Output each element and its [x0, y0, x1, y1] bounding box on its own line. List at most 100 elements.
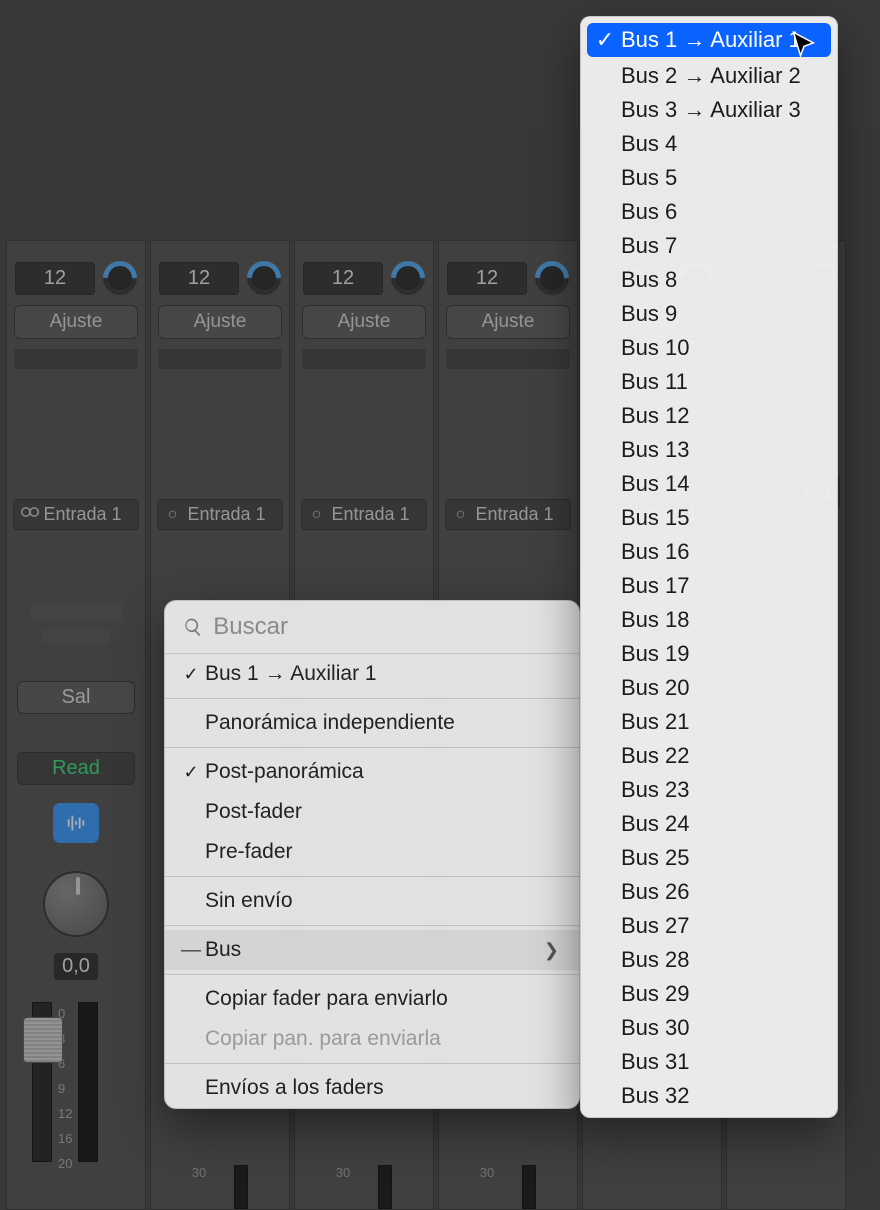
ajuste-button[interactable]: Ajuste: [14, 305, 138, 339]
menu-item-no-send[interactable]: Sin envío: [165, 881, 579, 921]
send-knob-icon[interactable]: [96, 254, 144, 302]
mono-icon: ○: [452, 506, 470, 524]
bus-item-label: Bus 12: [621, 403, 690, 429]
menu-separator: [165, 1063, 579, 1064]
bus-item[interactable]: Bus 6: [581, 195, 837, 229]
send-level-value[interactable]: 12: [303, 262, 383, 295]
level-meter: [522, 1165, 536, 1209]
bus-item-label: Bus 4: [621, 131, 677, 157]
bus-item[interactable]: Bus 8: [581, 263, 837, 297]
waveform-icon-button[interactable]: [53, 803, 99, 843]
bus-item[interactable]: Bus 24: [581, 807, 837, 841]
bus-item[interactable]: Bus 3 → Auxiliar 3: [581, 93, 837, 127]
menu-item-pre-fader[interactable]: Pre-fader: [165, 832, 579, 872]
strip-fader[interactable]: 30: [151, 1165, 289, 1209]
bus-item[interactable]: Bus 18: [581, 603, 837, 637]
menu-label: Sin envío: [205, 889, 293, 913]
menu-item-copy-fader[interactable]: Copiar fader para enviarlo: [165, 979, 579, 1019]
bus-item[interactable]: Bus 25: [581, 841, 837, 875]
send-level-value[interactable]: 12: [15, 262, 95, 295]
bus-item-label: Bus 28: [621, 947, 690, 973]
bus-item[interactable]: Bus 26: [581, 875, 837, 909]
search-input[interactable]: [213, 613, 561, 641]
menu-item-bus-submenu[interactable]: — Bus ❯: [165, 930, 579, 970]
menu-label: Panorámica independiente: [205, 711, 455, 735]
bus-item[interactable]: Bus 5: [581, 161, 837, 195]
bus-item-label: Bus 32: [621, 1083, 690, 1109]
bus-item-label: Bus 20: [621, 675, 690, 701]
bus-item[interactable]: Bus 31: [581, 1045, 837, 1079]
bus-item[interactable]: Bus 28: [581, 943, 837, 977]
bus-item-label: Bus 3 → Auxiliar 3: [621, 97, 801, 123]
input-selector[interactable]: ○ Entrada 1: [445, 499, 572, 530]
bus-item[interactable]: Bus 16: [581, 535, 837, 569]
menu-item-post-pan[interactable]: ✓ Post-panorámica: [165, 752, 579, 792]
menu-label: Bus 1 → Auxiliar 1: [205, 662, 377, 686]
send-knob-icon[interactable]: [384, 254, 432, 302]
input-selector[interactable]: Entrada 1: [13, 499, 140, 530]
bus-item[interactable]: Bus 15: [581, 501, 837, 535]
bus-item-label: Bus 25: [621, 845, 690, 871]
bus-item[interactable]: Bus 20: [581, 671, 837, 705]
cursor-icon: [790, 30, 818, 63]
bus-item-label: Bus 26: [621, 879, 690, 905]
empty-mini-slot[interactable]: [30, 603, 123, 621]
ajuste-button[interactable]: Ajuste: [446, 305, 570, 339]
fader-tick: 30: [480, 1165, 494, 1180]
chevron-right-icon: ❯: [544, 940, 565, 961]
empty-slot[interactable]: [158, 349, 282, 369]
menu-item-pan-independent[interactable]: Panorámica independiente: [165, 703, 579, 743]
ajuste-button[interactable]: Ajuste: [302, 305, 426, 339]
menu-item-current-bus[interactable]: ✓ Bus 1 → Auxiliar 1: [165, 654, 579, 694]
bus-item[interactable]: Bus 11: [581, 365, 837, 399]
bus-item-label: Bus 19: [621, 641, 690, 667]
bus-item-label: Bus 2 → Auxiliar 2: [621, 63, 801, 89]
menu-label: Post-panorámica: [205, 760, 364, 784]
bus-item[interactable]: Bus 19: [581, 637, 837, 671]
empty-slot[interactable]: [14, 349, 138, 369]
bus-item[interactable]: Bus 30: [581, 1011, 837, 1045]
fader-tick: 20: [58, 1156, 72, 1171]
strip-fader[interactable]: 30: [295, 1165, 433, 1209]
send-knob-icon[interactable]: [528, 254, 576, 302]
output-button[interactable]: Sal: [17, 681, 135, 714]
send-level-value[interactable]: 12: [159, 262, 239, 295]
automation-read-button[interactable]: Read: [17, 752, 135, 785]
bus-item[interactable]: Bus 7: [581, 229, 837, 263]
empty-slot[interactable]: [446, 349, 570, 369]
bus-item[interactable]: Bus 9: [581, 297, 837, 331]
input-selector[interactable]: ○ Entrada 1: [301, 499, 428, 530]
send-knob-icon[interactable]: [240, 254, 288, 302]
bus-item[interactable]: Bus 17: [581, 569, 837, 603]
pan-value[interactable]: 0,0: [54, 953, 98, 980]
bus-item[interactable]: Bus 21: [581, 705, 837, 739]
fader-tick: 12: [58, 1106, 72, 1121]
input-selector[interactable]: ○ Entrada 1: [157, 499, 284, 530]
pan-knob[interactable]: [43, 871, 109, 937]
search-icon: [183, 616, 203, 638]
bus-item[interactable]: Bus 32: [581, 1079, 837, 1113]
empty-slot[interactable]: [302, 349, 426, 369]
bus-item[interactable]: Bus 22: [581, 739, 837, 773]
strip-fader[interactable]: 30: [439, 1165, 577, 1209]
menu-separator: [165, 747, 579, 748]
bus-item[interactable]: Bus 13: [581, 433, 837, 467]
bus-item[interactable]: Bus 23: [581, 773, 837, 807]
empty-mini-slot[interactable]: [42, 629, 110, 643]
bus-item-label: Bus 5: [621, 165, 677, 191]
bus-item[interactable]: Bus 10: [581, 331, 837, 365]
bus-item[interactable]: Bus 29: [581, 977, 837, 1011]
bus-item-label: Bus 8: [621, 267, 677, 293]
bus-item[interactable]: Bus 27: [581, 909, 837, 943]
bus-item[interactable]: Bus 2 → Auxiliar 2: [581, 59, 837, 93]
send-level-value[interactable]: 12: [447, 262, 527, 295]
fader-cap-icon[interactable]: [23, 1017, 63, 1063]
menu-label: Pre-fader: [205, 840, 293, 864]
volume-fader[interactable]: [32, 1002, 52, 1162]
ajuste-button[interactable]: Ajuste: [158, 305, 282, 339]
bus-item[interactable]: Bus 14: [581, 467, 837, 501]
bus-item[interactable]: Bus 4: [581, 127, 837, 161]
bus-item[interactable]: Bus 12: [581, 399, 837, 433]
menu-item-sends-faders[interactable]: Envíos a los faders: [165, 1068, 579, 1108]
menu-item-post-fader[interactable]: Post-fader: [165, 792, 579, 832]
